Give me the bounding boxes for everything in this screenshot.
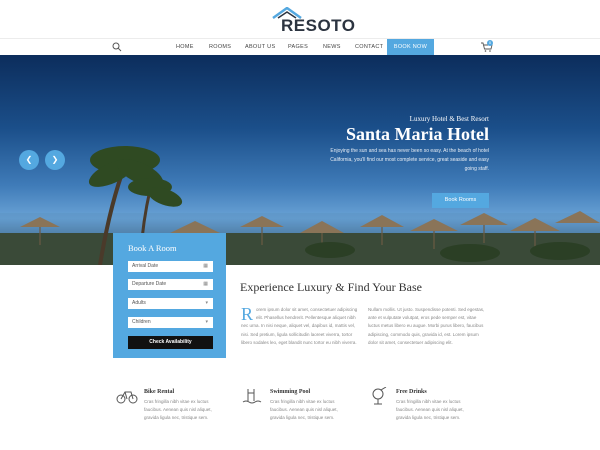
- main-nav: HOME ROOMS ABOUT US PAGES NEWS CONTACT B…: [0, 38, 600, 56]
- book-rooms-button[interactable]: Book Rooms: [432, 193, 489, 208]
- chevron-down-icon: ▾: [205, 319, 208, 325]
- calendar-icon: ▦: [203, 281, 208, 287]
- feature-text-bike: Cras fringilla nibh vitae ex luctus fauc…: [144, 399, 212, 420]
- feature-text-drinks: Cras fringilla nibh vitae ex luctus fauc…: [396, 399, 464, 420]
- arrival-date-placeholder: Arrival Date: [132, 263, 159, 269]
- hero-title: Santa Maria Hotel: [346, 124, 489, 144]
- dropcap-letter: R: [241, 304, 254, 324]
- search-icon[interactable]: [112, 42, 122, 52]
- hero-banner: ❮ ❯: [0, 55, 600, 265]
- experience-text-col2: Nullam mollis. Ut justo. Suspendisse pot…: [368, 307, 485, 345]
- feature-title-pool: Swimming Pool: [270, 389, 311, 395]
- nav-home[interactable]: HOME: [176, 39, 194, 55]
- check-availability-button[interactable]: Check Availability: [128, 336, 213, 349]
- cocktail-icon: [372, 387, 387, 405]
- nav-contact[interactable]: CONTACT: [355, 39, 383, 55]
- hero-next-button[interactable]: ❯: [45, 150, 65, 170]
- book-now-button[interactable]: BOOK NOW: [387, 39, 434, 56]
- nav-pages[interactable]: PAGES: [288, 39, 308, 55]
- logo-bar: RESOTO: [0, 0, 600, 38]
- children-value: Children: [132, 319, 151, 325]
- feature-title-bike: Bike Rental: [144, 389, 175, 395]
- cart-count-badge: 0: [487, 40, 493, 46]
- adults-value: Adults: [132, 300, 146, 306]
- nav-news[interactable]: NEWS: [323, 39, 341, 55]
- bicycle-icon: [116, 391, 138, 404]
- feature-title-drinks: Free Drinks: [396, 389, 427, 395]
- nav-about-us[interactable]: ABOUT US: [245, 39, 275, 55]
- experience-text-col1: Rorem ipsum dolor sit amet, consectetuer…: [241, 304, 359, 347]
- chevron-down-icon: ▾: [205, 300, 208, 306]
- site-logo[interactable]: RESOTO: [268, 7, 355, 35]
- departure-date-placeholder: Departure Date: [132, 281, 167, 287]
- experience-paragraph-1: orem ipsum dolor sit amet, consectetuer …: [241, 307, 358, 345]
- hero-subtitle: Luxury Hotel & Best Resort: [409, 115, 489, 123]
- hero-beach-image: [0, 146, 600, 265]
- departure-date-field[interactable]: Departure Date ▦: [128, 279, 213, 290]
- hero-description: Enjoying the sun and sea has never been …: [330, 148, 489, 172]
- hero-prev-button[interactable]: ❮: [19, 150, 39, 170]
- book-room-title: Book A Room: [128, 243, 177, 253]
- nav-rooms[interactable]: ROOMS: [209, 39, 231, 55]
- adults-select[interactable]: Adults ▾: [128, 298, 213, 309]
- children-select[interactable]: Children ▾: [128, 317, 213, 328]
- experience-title: Experience Luxury & Find Your Base: [240, 280, 422, 294]
- book-room-panel: Book A Room Arrival Date ▦ Departure Dat…: [113, 233, 226, 358]
- arrival-date-field[interactable]: Arrival Date ▦: [128, 261, 213, 272]
- swimming-pool-icon: [242, 389, 262, 404]
- calendar-icon: ▦: [203, 263, 208, 269]
- brand-name: RESOTO: [281, 16, 356, 35]
- feature-text-pool: Cras fringilla nibh vitae ex luctus fauc…: [270, 399, 338, 420]
